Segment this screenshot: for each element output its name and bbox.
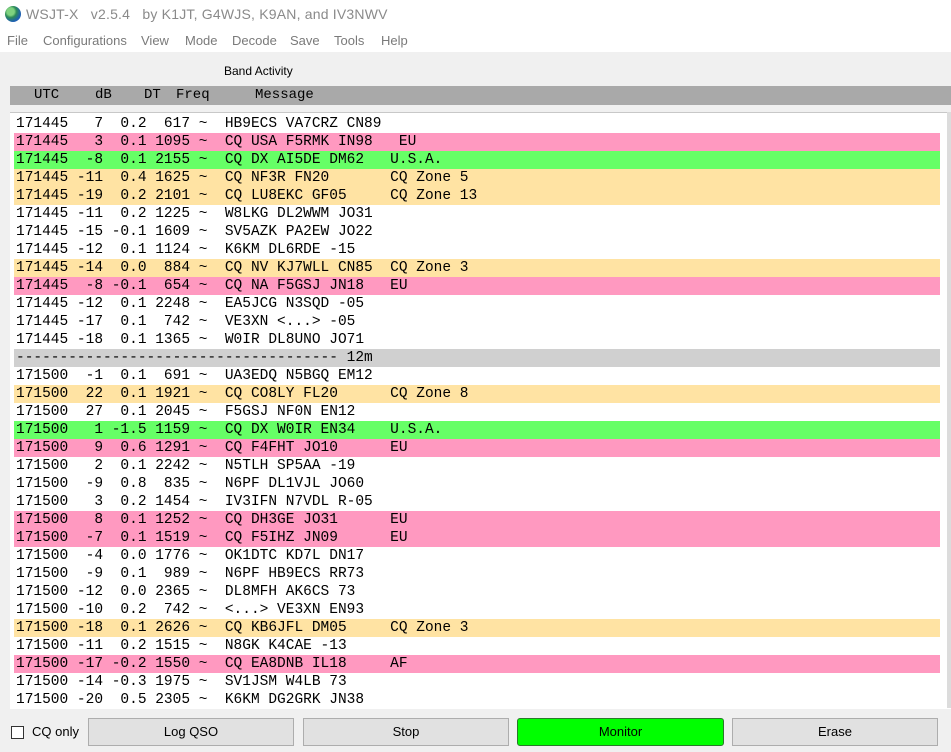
decode-row[interactable]: 171500 -17 -0.2 1550 ~ CQ EA8DNB IL18 AF — [14, 655, 940, 673]
decode-row[interactable]: 171500 -14 -0.3 1975 ~ SV1JSM W4LB 73 — [14, 673, 940, 691]
cq-only-checkbox[interactable] — [11, 726, 24, 739]
main-content: Band Activity UTC dB DT Freq Message 171… — [0, 52, 951, 752]
menu-file[interactable]: File — [7, 33, 28, 48]
decode-row[interactable]: 171500 -11 0.2 1515 ~ N8GK K4CAE -13 — [14, 637, 940, 655]
monitor-button[interactable]: Monitor — [517, 718, 724, 746]
column-header: UTC dB DT Freq Message — [10, 86, 951, 105]
decode-row[interactable]: 171500 -18 0.1 2626 ~ CQ KB6JFL DM05 CQ … — [14, 619, 940, 637]
menu-bar: File Configurations View Mode Decode Sav… — [0, 30, 951, 52]
decode-row[interactable]: 171445 -17 0.1 742 ~ VE3XN <...> -05 — [14, 313, 940, 331]
col-message: Message — [255, 87, 314, 103]
decode-row[interactable]: 171500 -9 0.1 989 ~ N6PF HB9ECS RR73 — [14, 565, 940, 583]
decode-row[interactable]: 171500 -20 0.5 2305 ~ K6KM DG2GRK JN38 — [14, 691, 940, 709]
decode-row[interactable]: 171445 -11 0.2 1225 ~ W8LKG DL2WWM JO31 — [14, 205, 940, 223]
control-bar: CQ only Log QSO Stop Monitor Erase — [0, 716, 951, 752]
col-utc: UTC — [34, 87, 60, 103]
decode-row[interactable]: 171500 3 0.2 1454 ~ IV3IFN N7VDL R-05 — [14, 493, 940, 511]
cq-only-label: CQ only — [32, 724, 79, 739]
decode-row[interactable]: 171500 9 0.6 1291 ~ CQ F4FHT JO10 EU — [14, 439, 940, 457]
decode-row[interactable]: 171500 -12 0.0 2365 ~ DL8MFH AK6CS 73 — [14, 583, 940, 601]
decode-row[interactable]: 171445 -12 0.1 1124 ~ K6KM DL6RDE -15 — [14, 241, 940, 259]
decode-row[interactable]: 171445 -8 -0.1 654 ~ CQ NA F5GSJ JN18 EU — [14, 277, 940, 295]
menu-decode[interactable]: Decode — [232, 33, 277, 48]
menu-save[interactable]: Save — [290, 33, 320, 48]
decode-rows: 171445 7 0.2 617 ~ HB9ECS VA7CRZ CN89 171… — [14, 115, 940, 709]
decode-row[interactable]: 171500 -9 0.8 835 ~ N6PF DL1VJL JO60 — [14, 475, 940, 493]
menu-help[interactable]: Help — [381, 33, 408, 48]
decode-row[interactable]: 171445 -14 0.0 884 ~ CQ NV KJ7WLL CN85 C… — [14, 259, 940, 277]
scrollbar[interactable] — [947, 112, 951, 708]
menu-view[interactable]: View — [141, 33, 169, 48]
decode-row[interactable]: 171500 -10 0.2 742 ~ <...> VE3XN EN93 — [14, 601, 940, 619]
decode-row[interactable]: 171500 22 0.1 1921 ~ CQ CO8LY FL20 CQ Zo… — [14, 385, 940, 403]
band-activity-label: Band Activity — [224, 64, 293, 78]
decode-row[interactable]: 171500 8 0.1 1252 ~ CQ DH3GE JO31 EU — [14, 511, 940, 529]
decode-row[interactable]: 171445 3 0.1 1095 ~ CQ USA F5RMK IN98 EU — [14, 133, 940, 151]
col-db: dB — [95, 87, 112, 103]
decode-row[interactable]: 171500 -4 0.0 1776 ~ OK1DTC KD7L DN17 — [14, 547, 940, 565]
decode-row[interactable]: 171445 -11 0.4 1625 ~ CQ NF3R FN20 CQ Zo… — [14, 169, 940, 187]
decode-row[interactable]: 171500 1 -1.5 1159 ~ CQ DX W0IR EN34 U.S… — [14, 421, 940, 439]
menu-configurations[interactable]: Configurations — [43, 33, 127, 48]
erase-button[interactable]: Erase — [732, 718, 938, 746]
stop-button[interactable]: Stop — [303, 718, 509, 746]
decode-row[interactable]: 171445 -12 0.1 2248 ~ EA5JCG N3SQD -05 — [14, 295, 940, 313]
window-title: WSJT-X v2.5.4 by K1JT, G4WJS, K9AN, and … — [26, 6, 388, 22]
decode-row[interactable]: 171445 -18 0.1 1365 ~ W0IR DL8UNO JO71 — [14, 331, 940, 349]
decode-row[interactable]: 171500 -7 0.1 1519 ~ CQ F5IHZ JN09 EU — [14, 529, 940, 547]
app-globe-icon — [5, 6, 21, 22]
decode-row[interactable]: 171445 -19 0.2 2101 ~ CQ LU8EKC GF05 CQ … — [14, 187, 940, 205]
decode-row[interactable]: 171500 2 0.1 2242 ~ N5TLH SP5AA -19 — [14, 457, 940, 475]
menu-mode[interactable]: Mode — [185, 33, 218, 48]
decode-row[interactable]: 171445 -8 0.1 2155 ~ CQ DX AI5DE DM62 U.… — [14, 151, 940, 169]
decode-row[interactable]: 171445 7 0.2 617 ~ HB9ECS VA7CRZ CN89 — [14, 115, 940, 133]
decode-row[interactable]: 171500 27 0.1 2045 ~ F5GSJ NF0N EN12 — [14, 403, 940, 421]
decode-row[interactable]: 171445 -15 -0.1 1609 ~ SV5AZK PA2EW JO22 — [14, 223, 940, 241]
menu-tools[interactable]: Tools — [334, 33, 364, 48]
col-dt: DT — [144, 87, 161, 103]
log-qso-button[interactable]: Log QSO — [88, 718, 294, 746]
title-bar: WSJT-X v2.5.4 by K1JT, G4WJS, K9AN, and … — [0, 0, 951, 30]
band-separator-row[interactable]: ------------------------------------- 12… — [14, 349, 940, 367]
band-activity-list[interactable]: 171445 7 0.2 617 ~ HB9ECS VA7CRZ CN89 171… — [10, 112, 951, 709]
col-freq: Freq — [176, 87, 210, 103]
decode-row[interactable]: 171500 -1 0.1 691 ~ UA3EDQ N5BGQ EM12 — [14, 367, 940, 385]
